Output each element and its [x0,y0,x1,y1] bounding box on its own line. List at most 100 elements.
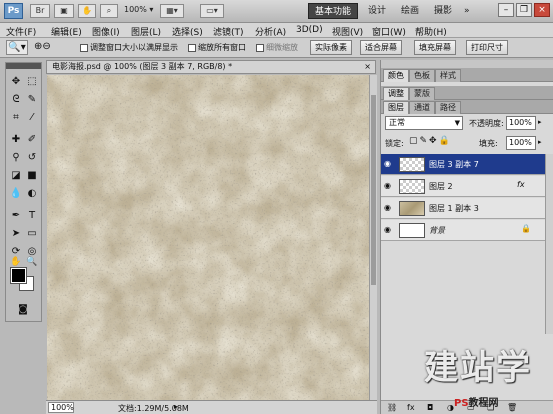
canvas-vertical-scrollbar[interactable] [369,75,377,400]
opacity-slider-arrow-icon[interactable]: ▸ [538,118,542,126]
hand-tool-icon[interactable]: ✋ [78,4,96,18]
layer-row[interactable]: ◉ 图层 1 副本 3 [381,198,545,219]
layer-row[interactable]: ◉ 图层 3 副本 7 [381,154,545,175]
shape-tool-icon[interactable]: ▭ [25,227,39,241]
menu-3d[interactable]: 3D(D) [296,25,323,35]
fill-screen-button[interactable]: 填充屏幕 [414,40,456,55]
minibridge-icon[interactable]: ▣ [54,4,74,18]
tab-styles[interactable]: 样式 [435,69,461,82]
link-layers-icon[interactable]: ⛓ [387,403,397,412]
checkbox-label: 调整窗口大小以满屏显示 [90,43,178,52]
layer-row[interactable]: ◉ 背景 🔒 [381,220,545,241]
adjustment-layer-icon[interactable]: ◑ [447,403,454,412]
menu-window[interactable]: 窗口(W) [372,25,406,38]
opacity-input[interactable]: 100% [506,116,536,130]
quick-select-tool-icon[interactable]: ✎ [25,93,39,107]
eye-icon[interactable]: ◉ [384,159,391,168]
clone-stamp-icon[interactable]: ⚲ [9,151,23,165]
fit-screen-button[interactable]: 适合屏幕 [360,40,402,55]
tab-channels[interactable]: 通道 [409,101,435,114]
layers-scrollbar[interactable] [545,154,553,334]
add-style-icon[interactable]: fx [407,403,415,412]
menu-analysis[interactable]: 分析(A) [255,25,286,38]
eraser-tool-icon[interactable]: ◪ [9,169,23,183]
restore-button[interactable]: ❐ [516,3,532,17]
workspace-essentials-button[interactable]: 基本功能 [308,3,359,19]
menu-layer[interactable]: 图层(L) [131,25,161,38]
eye-icon[interactable]: ◉ [384,203,391,212]
tab-layers[interactable]: 图层 [383,101,409,114]
scrubby-zoom-checkbox[interactable]: 细微缩放 [256,42,298,53]
workspace-photography-button[interactable]: 摄影 [428,3,458,19]
close-document-icon[interactable]: × [364,61,371,73]
path-select-tool-icon[interactable]: ➤ [9,227,23,241]
move-tool-icon[interactable]: ✥ [9,75,23,89]
scrollbar-thumb[interactable] [371,95,376,285]
print-size-button[interactable]: 打印尺寸 [466,40,508,55]
menu-edit[interactable]: 编辑(E) [51,25,82,38]
brush-tool-icon[interactable]: ✐ [25,133,39,147]
blur-tool-icon[interactable]: 💧 [9,187,23,201]
type-tool-icon[interactable]: T [25,209,39,223]
layer-thumbnail [399,223,425,238]
document-tab[interactable]: 电影海报.psd @ 100% (图层 3 副本 7, RGB/8) * × [46,60,376,74]
add-mask-icon[interactable]: ◘ [427,403,433,412]
zoom-in-out-icons[interactable]: ⊕⊖ [34,41,51,52]
layer-name: 图层 3 副本 7 [429,160,479,169]
bridge-icon[interactable]: Br [30,4,50,18]
document-canvas[interactable] [47,75,369,400]
quick-mask-icon[interactable]: ◙ [16,303,30,317]
menu-help[interactable]: 帮助(H) [415,25,447,38]
eye-icon[interactable]: ◉ [384,225,391,234]
foreground-color-swatch[interactable] [10,267,27,284]
layer-effects-icon[interactable]: fx [517,180,525,189]
hand-tool-icon-2[interactable]: ✋ [9,255,23,269]
healing-brush-icon[interactable]: ✚ [9,133,23,147]
menu-view[interactable]: 视图(V) [332,25,363,38]
actual-pixels-button[interactable]: 实际像素 [310,40,352,55]
lasso-tool-icon[interactable]: ᘓ [9,93,23,107]
status-bar: 100% 文档:1.29M/5.08M ▸ [46,400,377,414]
tool-preset-picker[interactable]: 🔍▾ [6,40,28,55]
screen-mode-icon[interactable]: ▭▾ [200,4,224,18]
workspace-design-button[interactable]: 设计 [362,3,392,19]
more-workspaces-button[interactable]: » [458,3,476,19]
gradient-tool-icon[interactable]: ■ [25,169,39,183]
menu-file[interactable]: 文件(F) [6,25,36,38]
tab-masks[interactable]: 蒙版 [409,87,435,100]
tab-paths[interactable]: 路径 [435,101,461,114]
zoom-all-windows-checkbox[interactable]: 缩放所有窗口 [188,42,246,53]
fill-input[interactable]: 100% [506,136,536,150]
fill-slider-arrow-icon[interactable]: ▸ [538,138,542,146]
arrange-documents-icon[interactable]: ▦▾ [160,4,184,18]
minimize-button[interactable]: – [498,3,514,17]
history-brush-icon[interactable]: ↺ [25,151,39,165]
zoom-tool-icon[interactable]: ⌕ [100,4,118,18]
dodge-tool-icon[interactable]: ◐ [25,187,39,201]
marquee-tool-icon[interactable]: ⬚ [25,75,39,89]
layer-row[interactable]: ◉ 图层 2 fx [381,176,545,197]
tools-panel-grip[interactable] [6,63,41,69]
status-menu-arrow-icon[interactable]: ▸ [174,402,178,411]
pen-tool-icon[interactable]: ✒ [9,209,23,223]
lock-options-icons[interactable]: ▢✎✥🔒 [409,136,452,146]
delete-layer-icon[interactable]: 🗑 [507,403,517,412]
resize-windows-checkbox[interactable]: 调整窗口大小以满屏显示 [80,42,178,53]
workspace-painting-button[interactable]: 绘画 [395,3,425,19]
close-window-button[interactable]: × [534,3,550,17]
crop-tool-icon[interactable]: ⌗ [9,111,23,125]
menu-filter[interactable]: 滤镜(T) [213,25,244,38]
blend-mode-select[interactable]: 正常 ▼ [385,116,463,130]
menu-select[interactable]: 选择(S) [172,25,203,38]
zoom-tool-icon-2[interactable]: 🔍 [25,255,39,269]
zoom-level-dropdown[interactable]: 100% ▾ [124,5,153,14]
photoshop-logo: Ps [4,3,23,19]
tab-adjustments[interactable]: 调整 [383,87,409,100]
menu-image[interactable]: 图像(I) [92,25,120,38]
eye-icon[interactable]: ◉ [384,181,391,190]
layer-name: 图层 2 [429,182,453,191]
tab-color[interactable]: 颜色 [383,69,409,82]
tab-swatches[interactable]: 色板 [409,69,435,82]
status-zoom-field[interactable]: 100% [48,402,74,413]
eyedropper-tool-icon[interactable]: ⁄ [25,111,39,125]
